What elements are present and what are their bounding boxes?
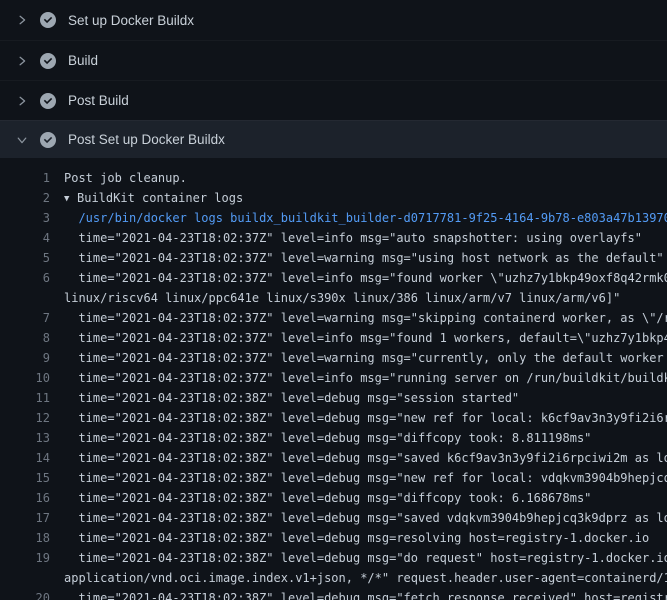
- log-text: time="2021-04-23T18:02:38Z" level=debug …: [50, 408, 667, 428]
- log-line: 20 time="2021-04-23T18:02:38Z" level=deb…: [0, 588, 667, 600]
- step-set-up-docker-buildx[interactable]: Set up Docker Buildx: [0, 0, 667, 40]
- check-circle-icon: [40, 12, 56, 28]
- line-number[interactable]: 3: [0, 208, 50, 228]
- log-line: 17 time="2021-04-23T18:02:38Z" level=deb…: [0, 508, 667, 528]
- line-number[interactable]: 10: [0, 368, 50, 388]
- chevron-right-icon[interactable]: [14, 12, 30, 28]
- log-text: time="2021-04-23T18:02:37Z" level=warnin…: [50, 248, 664, 268]
- log-text: time="2021-04-23T18:02:38Z" level=debug …: [50, 588, 667, 600]
- line-number[interactable]: 19: [0, 548, 50, 568]
- log-line: 13 time="2021-04-23T18:02:38Z" level=deb…: [0, 428, 667, 448]
- log-text: application/vnd.oci.image.index.v1+json,…: [50, 568, 667, 588]
- log-text: time="2021-04-23T18:02:37Z" level=info m…: [50, 328, 667, 348]
- log-line: 19 time="2021-04-23T18:02:38Z" level=deb…: [0, 548, 667, 568]
- line-number[interactable]: 16: [0, 488, 50, 508]
- log-text: time="2021-04-23T18:02:37Z" level=warnin…: [50, 348, 667, 368]
- log-line: 9 time="2021-04-23T18:02:37Z" level=warn…: [0, 348, 667, 368]
- group-title: BuildKit container logs: [77, 191, 243, 205]
- log-text: time="2021-04-23T18:02:37Z" level=info m…: [50, 368, 667, 388]
- log-text: time="2021-04-23T18:02:38Z" level=debug …: [50, 448, 667, 468]
- line-number[interactable]: 2: [0, 188, 50, 208]
- line-number[interactable]: 12: [0, 408, 50, 428]
- log-line: 6 time="2021-04-23T18:02:37Z" level=info…: [0, 268, 667, 288]
- log-line: 2▼BuildKit container logs: [0, 188, 667, 208]
- line-number[interactable]: 9: [0, 348, 50, 368]
- step-build[interactable]: Build: [0, 40, 667, 80]
- step-label: Post Set up Docker Buildx: [68, 132, 225, 147]
- step-label: Build: [68, 53, 98, 68]
- log-text: Post job cleanup.: [50, 168, 187, 188]
- line-number[interactable]: 5: [0, 248, 50, 268]
- chevron-right-icon[interactable]: [14, 53, 30, 69]
- line-number[interactable]: 4: [0, 228, 50, 248]
- line-number[interactable]: 1: [0, 168, 50, 188]
- log-group-header[interactable]: ▼BuildKit container logs: [50, 188, 243, 208]
- line-number: [0, 568, 50, 588]
- group-toggle-icon[interactable]: ▼: [64, 189, 77, 209]
- log-text: time="2021-04-23T18:02:38Z" level=debug …: [50, 468, 667, 488]
- log-text: time="2021-04-23T18:02:38Z" level=debug …: [50, 388, 519, 408]
- log-line: application/vnd.oci.image.index.v1+json,…: [0, 568, 667, 588]
- log-text: time="2021-04-23T18:02:37Z" level=info m…: [50, 268, 667, 288]
- chevron-down-icon[interactable]: [14, 132, 30, 148]
- check-circle-icon: [40, 93, 56, 109]
- log-line: linux/riscv64 linux/ppc641e linux/s390x …: [0, 288, 667, 308]
- log-line: 1Post job cleanup.: [0, 168, 667, 188]
- log-line: 18 time="2021-04-23T18:02:38Z" level=deb…: [0, 528, 667, 548]
- log-output: 1Post job cleanup.2▼BuildKit container l…: [0, 158, 667, 600]
- steps-list: Set up Docker Buildx Build Post Build Po…: [0, 0, 667, 158]
- log-line: 5 time="2021-04-23T18:02:37Z" level=warn…: [0, 248, 667, 268]
- log-line: 15 time="2021-04-23T18:02:38Z" level=deb…: [0, 468, 667, 488]
- line-number[interactable]: 20: [0, 588, 50, 600]
- line-number[interactable]: 15: [0, 468, 50, 488]
- log-line: 4 time="2021-04-23T18:02:37Z" level=info…: [0, 228, 667, 248]
- line-number[interactable]: 18: [0, 528, 50, 548]
- check-circle-icon: [40, 53, 56, 69]
- check-circle-icon: [40, 132, 56, 148]
- line-number[interactable]: 17: [0, 508, 50, 528]
- line-number[interactable]: 7: [0, 308, 50, 328]
- log-text: time="2021-04-23T18:02:38Z" level=debug …: [50, 508, 667, 528]
- line-number[interactable]: 11: [0, 388, 50, 408]
- log-text: linux/riscv64 linux/ppc641e linux/s390x …: [50, 288, 620, 308]
- log-line: 3 /usr/bin/docker logs buildx_buildkit_b…: [0, 208, 667, 228]
- chevron-right-icon[interactable]: [14, 93, 30, 109]
- log-text: time="2021-04-23T18:02:38Z" level=debug …: [50, 488, 591, 508]
- log-text: time="2021-04-23T18:02:38Z" level=debug …: [50, 548, 667, 568]
- step-post-build[interactable]: Post Build: [0, 80, 667, 120]
- log-text: time="2021-04-23T18:02:38Z" level=debug …: [50, 428, 591, 448]
- line-number[interactable]: 8: [0, 328, 50, 348]
- step-label: Post Build: [68, 93, 129, 108]
- log-line: 12 time="2021-04-23T18:02:38Z" level=deb…: [0, 408, 667, 428]
- line-number[interactable]: 6: [0, 268, 50, 288]
- log-line: 10 time="2021-04-23T18:02:37Z" level=inf…: [0, 368, 667, 388]
- step-label: Set up Docker Buildx: [68, 13, 194, 28]
- line-number[interactable]: 13: [0, 428, 50, 448]
- log-text: time="2021-04-23T18:02:38Z" level=debug …: [50, 528, 649, 548]
- command-text: /usr/bin/docker logs buildx_buildkit_bui…: [50, 208, 667, 228]
- log-line: 11 time="2021-04-23T18:02:38Z" level=deb…: [0, 388, 667, 408]
- line-number[interactable]: 14: [0, 448, 50, 468]
- log-line: 14 time="2021-04-23T18:02:38Z" level=deb…: [0, 448, 667, 468]
- log-line: 7 time="2021-04-23T18:02:37Z" level=warn…: [0, 308, 667, 328]
- log-text: time="2021-04-23T18:02:37Z" level=warnin…: [50, 308, 667, 328]
- log-text: time="2021-04-23T18:02:37Z" level=info m…: [50, 228, 642, 248]
- log-line: 16 time="2021-04-23T18:02:38Z" level=deb…: [0, 488, 667, 508]
- step-post-set-up-docker-buildx[interactable]: Post Set up Docker Buildx: [0, 120, 667, 158]
- line-number: [0, 288, 50, 308]
- log-line: 8 time="2021-04-23T18:02:37Z" level=info…: [0, 328, 667, 348]
